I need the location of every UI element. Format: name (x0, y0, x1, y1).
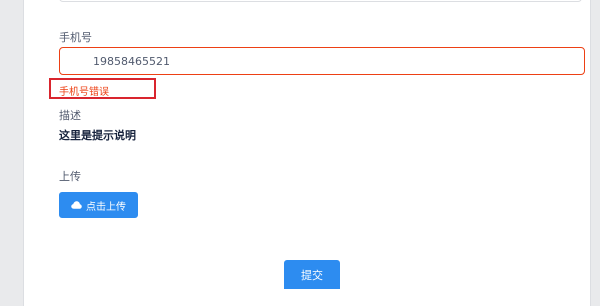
description-text: 这里是提示说明 (59, 129, 136, 142)
error-highlight-box (49, 78, 156, 99)
phone-label: 手机号 (59, 31, 92, 44)
form-card: 手机号 手机号错误 描述 这里是提示说明 上传 点击上传 提交 (23, 0, 591, 306)
upload-button[interactable]: 点击上传 (59, 192, 138, 218)
upload-label: 上传 (59, 170, 81, 183)
upload-button-label: 点击上传 (86, 201, 126, 213)
description-label: 描述 (59, 109, 81, 122)
phone-input[interactable] (59, 47, 585, 75)
submit-button[interactable]: 提交 (284, 260, 340, 289)
cloud-upload-icon (71, 201, 82, 209)
previous-input-field[interactable] (59, 0, 582, 2)
